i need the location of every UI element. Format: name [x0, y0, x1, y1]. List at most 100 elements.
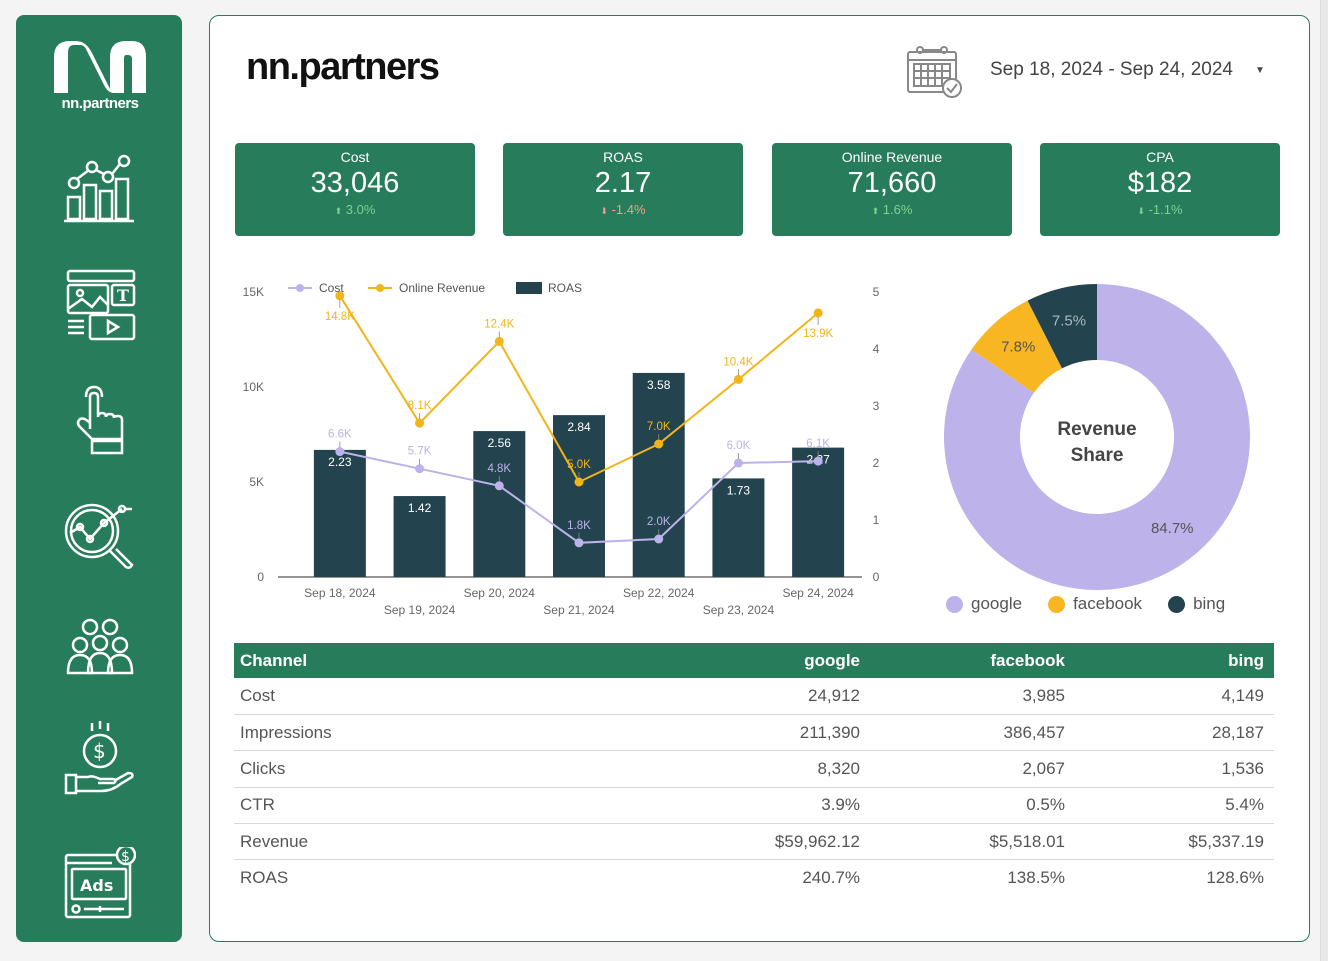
y-left-tick: 15K [243, 285, 264, 299]
y-right-tick: 0 [873, 570, 880, 584]
channel-table: Channel google facebook bing Cost 24,912 3… [234, 643, 1274, 896]
table-cell: 138.5% [1007, 868, 1065, 888]
kpi-value: 71,660 [847, 167, 937, 199]
kpi-label: Online Revenue [841, 149, 943, 165]
column-header[interactable]: facebook [870, 643, 1075, 678]
roas-bar [553, 415, 605, 577]
nn-logo-icon [54, 41, 146, 93]
kpi-value: $182 [1127, 167, 1193, 199]
table-row: Impressions 211,390 386,457 28,187 [234, 714, 1274, 752]
line-data-label: 2.0K [647, 516, 671, 528]
kpi-value: 2.17 [594, 167, 652, 199]
arrow-down-icon: ⬇ [600, 206, 608, 216]
online-revenue-point [654, 439, 664, 449]
kpi-card-cost: Cost 33,046 ⬆ 3.0% [235, 143, 475, 236]
line-data-label: 12.4K [484, 318, 514, 330]
legend-label: Cost [319, 281, 344, 295]
line-data-label: 5.0K [567, 459, 591, 471]
row-label: Cost [234, 678, 664, 715]
sidebar-item-insights[interactable] [62, 499, 136, 573]
slice-label: 7.5% [1052, 312, 1086, 329]
cost-point [813, 456, 823, 466]
arrow-down-icon: ⬇ [1137, 206, 1145, 216]
chevron-down-icon[interactable]: ▼ [1255, 65, 1265, 76]
sidebar: nn.partners T $ Ads $ [16, 15, 182, 942]
table-row: Cost 24,912 3,985 4,149 [234, 678, 1274, 715]
sidebar-item-analytics[interactable] [62, 153, 136, 227]
row-label: CTR [234, 787, 664, 825]
line-data-label: 4.8K [487, 463, 511, 475]
legend-item-bing[interactable]: bing [1168, 594, 1225, 614]
table-cell: $5,518.01 [870, 823, 1075, 861]
sidebar-item-engagement[interactable] [62, 383, 136, 457]
y-right-tick: 4 [873, 342, 880, 356]
legend-roas-swatch [516, 282, 542, 294]
legend-dot [946, 595, 963, 613]
line-data-label: 6.1K [806, 438, 830, 450]
legend-revenue-marker [376, 284, 384, 292]
pointing-hand-icon [76, 385, 124, 455]
line-data-label: 6.0K [727, 440, 751, 452]
legend-item-facebook[interactable]: facebook [1048, 594, 1142, 614]
table-header-row: Channel google facebook bing [234, 643, 1274, 678]
roas-bar [473, 431, 526, 577]
kpi-delta: ⬆ 3.0% [334, 202, 376, 217]
bar-data-label: 2.56 [488, 436, 512, 450]
bar-data-label: 1.42 [408, 501, 432, 515]
date-range-picker[interactable]: Sep 18, 2024 - Sep 24, 2024 ▼ [990, 59, 1265, 81]
cost-point [415, 464, 425, 474]
kpi-delta: ⬇ -1.4% [600, 202, 646, 217]
row-label: ROAS [240, 868, 289, 888]
line-data-label: 8.1K [408, 400, 432, 412]
ads-window-icon: Ads $ [64, 844, 137, 919]
line-data-label: 14.8K [325, 311, 355, 323]
x-tick-label: Sep 24, 2024 [782, 586, 854, 600]
roas-bar [792, 447, 845, 577]
line-data-label: 13.9K [803, 328, 833, 340]
sidebar-item-ads[interactable]: Ads $ [62, 844, 137, 921]
combo-chart: 0 5K 10K 15K 0 1 2 3 4 5 2.23 1.42 2.56 2.84 3.58 1.73 2… [243, 281, 880, 617]
line-data-label: 6.6K [328, 429, 352, 441]
table-cell: 3.9% [664, 787, 870, 825]
legend-dot [1048, 595, 1066, 613]
table-cell: 1,536 [1075, 750, 1274, 788]
sidebar-logo[interactable]: nn.partners [50, 37, 150, 112]
online-revenue-point [574, 477, 584, 487]
row-label: Clicks [234, 750, 664, 788]
legend-cost-marker [296, 284, 304, 292]
scrollbar[interactable] [1320, 0, 1328, 961]
line-data-label: 5.7K [408, 446, 432, 458]
sidebar-item-content[interactable]: T [62, 267, 136, 341]
kpi-card-cpa: CPA $182 ⬇ -1.1% [1040, 143, 1280, 236]
table-row: Clicks 8,320 2,067 1,536 [234, 750, 1274, 788]
kpi-label: Cost [340, 149, 370, 165]
table-cell: 240.7% [802, 868, 860, 888]
kpi-card-roas: ROAS 2.17 ⬇ -1.4% [503, 143, 743, 236]
y-right-tick: 5 [873, 285, 880, 299]
sidebar-item-revenue[interactable]: $ [62, 721, 136, 795]
table-cell: 211,390 [664, 714, 870, 752]
legend-label: Online Revenue [399, 281, 485, 295]
donut-center-label: Revenue [1057, 419, 1136, 440]
kpi-value: 33,046 [310, 167, 400, 199]
revenue-share-donut: 84.7% 7.8% 7.5% Revenue Share [944, 284, 1250, 590]
main-panel: nn.partners Sep 18, 2024 - Sep 24, 2024 … [209, 15, 1310, 942]
column-header[interactable]: Channel [234, 643, 664, 678]
cost-point [335, 447, 345, 457]
donut-center-label: Share [1071, 445, 1124, 466]
sidebar-item-audience[interactable] [62, 615, 136, 689]
roas-bar [313, 449, 366, 577]
line-data-label: 10.4K [723, 356, 753, 368]
x-tick-label: Sep 21, 2024 [543, 603, 615, 617]
x-tick-label: Sep 22, 2024 [623, 586, 695, 600]
date-range-value: Sep 18, 2024 - Sep 24, 2024 [990, 59, 1233, 80]
donut-legend: google facebook bing [946, 594, 1225, 614]
legend-item-google[interactable]: google [946, 594, 1022, 614]
online-revenue-point [494, 336, 504, 346]
table-row: ROAS 240.7% 138.5% 128.6% [234, 860, 1274, 896]
line-data-label: 7.0K [647, 421, 671, 433]
column-header[interactable]: bing [1075, 643, 1274, 678]
column-header[interactable]: google [664, 643, 870, 678]
hand-coin-icon: $ [64, 721, 134, 795]
online-revenue-point [733, 374, 743, 384]
